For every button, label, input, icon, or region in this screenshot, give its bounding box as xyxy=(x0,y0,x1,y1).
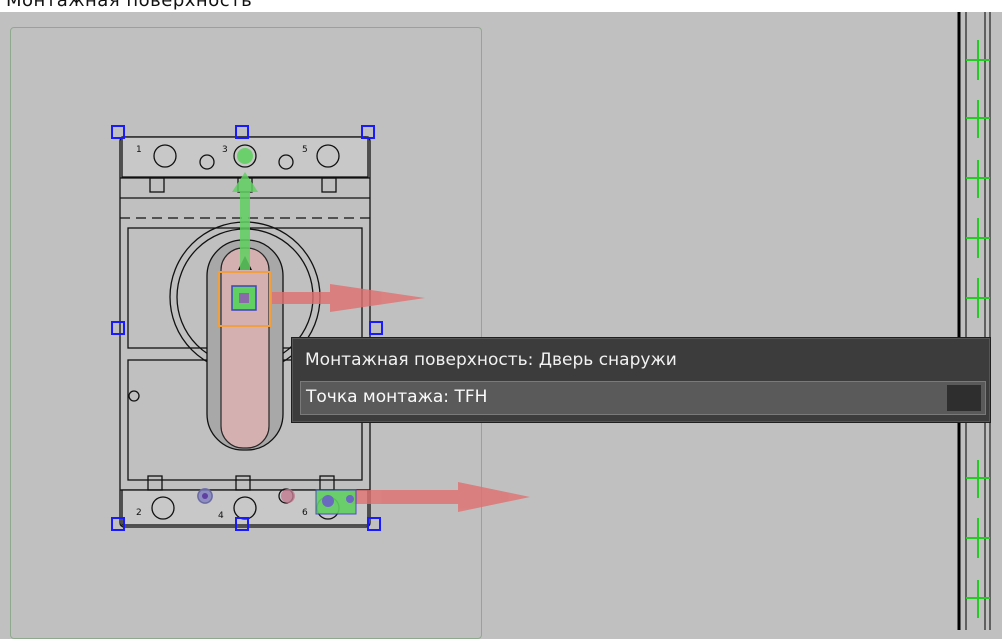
terminal-number: 4 xyxy=(218,511,224,521)
device-drawing[interactable]: 1 3 5 2 4 6 xyxy=(0,0,1002,630)
terminal-number: 1 xyxy=(136,145,142,155)
mounting-point-row[interactable]: Точка монтажа: TFH xyxy=(300,381,986,415)
mounting-point-label: Точка монтажа: TFH xyxy=(306,387,488,407)
row-end-indicator xyxy=(947,385,981,411)
terminal-number: 2 xyxy=(136,508,142,518)
mounting-surface-label: Монтажная поверхность: Дверь снаружи xyxy=(305,350,677,370)
mounting-rail xyxy=(957,12,991,630)
terminal-number: 5 xyxy=(302,145,308,155)
rail-ticks xyxy=(966,40,990,618)
terminal-number: 3 xyxy=(222,145,228,155)
tooltip: Монтажная поверхность: Дверь снаружи Точ… xyxy=(291,337,991,423)
terminal-number: 6 xyxy=(302,508,308,518)
